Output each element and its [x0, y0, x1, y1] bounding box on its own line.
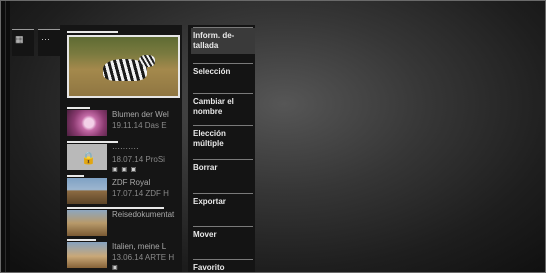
recording-thumbnail: [67, 110, 107, 136]
recording-progress-bar: [67, 141, 118, 143]
menu-divider: [193, 226, 253, 227]
more-dots-icon: ···: [41, 34, 50, 44]
menu-item[interactable]: Mover: [193, 230, 253, 240]
menu-item[interactable]: Elección múltiple: [193, 129, 253, 149]
clapperboard-tile[interactable]: ▦: [12, 29, 34, 56]
featured-recording-thumbnail[interactable]: [67, 35, 180, 98]
clapperboard-icon: ▦: [15, 34, 24, 44]
recording-subtitle: 19.11.14 Das E: [112, 121, 167, 130]
recording-list-item[interactable]: Italien, meine L 13.06.14 ARTE H ▣: [67, 242, 181, 272]
recording-progress-bar: [67, 107, 90, 109]
left-edge-strip: [1, 1, 10, 272]
recording-flag-icons: ▣ ▣ ▣: [112, 167, 138, 173]
menu-item[interactable]: Selección: [193, 67, 253, 77]
recording-progress-bar: [67, 239, 96, 241]
lock-icon: 🔒: [81, 151, 96, 165]
menu-item[interactable]: Borrar: [193, 163, 253, 173]
recording-subtitle: 18.07.14 ProSi: [112, 155, 165, 164]
zebra-head-image: [139, 55, 155, 67]
menu-divider: [193, 125, 253, 126]
recording-thumbnail: [67, 178, 107, 204]
locked-thumbnail: 🔒: [67, 144, 107, 170]
menu-divider: [193, 159, 253, 160]
recording-title: Italien, meine L: [112, 242, 167, 251]
featured-progress-bar: [67, 31, 118, 33]
recording-title: ··········: [112, 144, 139, 153]
recording-title: Reisedokumentat: [112, 210, 175, 219]
recording-flag-icons: ▣: [112, 265, 119, 271]
menu-item[interactable]: Exportar: [193, 197, 253, 207]
recording-list-item[interactable]: Blumen der Wel 19.11.14 Das E: [67, 110, 181, 140]
recording-subtitle: 17.07.14 ZDF H: [112, 189, 169, 198]
recording-thumbnail: [67, 242, 107, 268]
recording-list-item[interactable]: ZDF Royal 17.07.14 ZDF H: [67, 178, 181, 208]
menu-divider: [193, 193, 253, 194]
recording-list-item[interactable]: 🔒 ·········· 18.07.14 ProSi ▣ ▣ ▣: [67, 144, 181, 174]
recording-title: Blumen der Wel: [112, 110, 169, 119]
recording-thumbnail: [67, 210, 107, 236]
menu-item[interactable]: Cambiar el nombre: [193, 97, 253, 117]
menu-divider: [193, 259, 253, 260]
recording-title: ZDF Royal: [112, 178, 151, 187]
menu-divider: [193, 93, 253, 94]
menu-item[interactable]: Inform. de- tallada: [191, 28, 255, 54]
recording-list-item[interactable]: Reisedokumentat: [67, 210, 181, 240]
recording-subtitle: 13.06.14 ARTE H: [112, 253, 175, 262]
menu-item[interactable]: Favorito: [193, 263, 253, 272]
recording-progress-bar: [67, 207, 164, 209]
menu-divider: [193, 63, 253, 64]
recording-progress-bar: [67, 175, 84, 177]
more-tile[interactable]: ···: [38, 29, 60, 56]
tv-screen: ▦ ··· Blumen der Wel 19.11.14 Das E 🔒 ·····…: [0, 0, 546, 273]
